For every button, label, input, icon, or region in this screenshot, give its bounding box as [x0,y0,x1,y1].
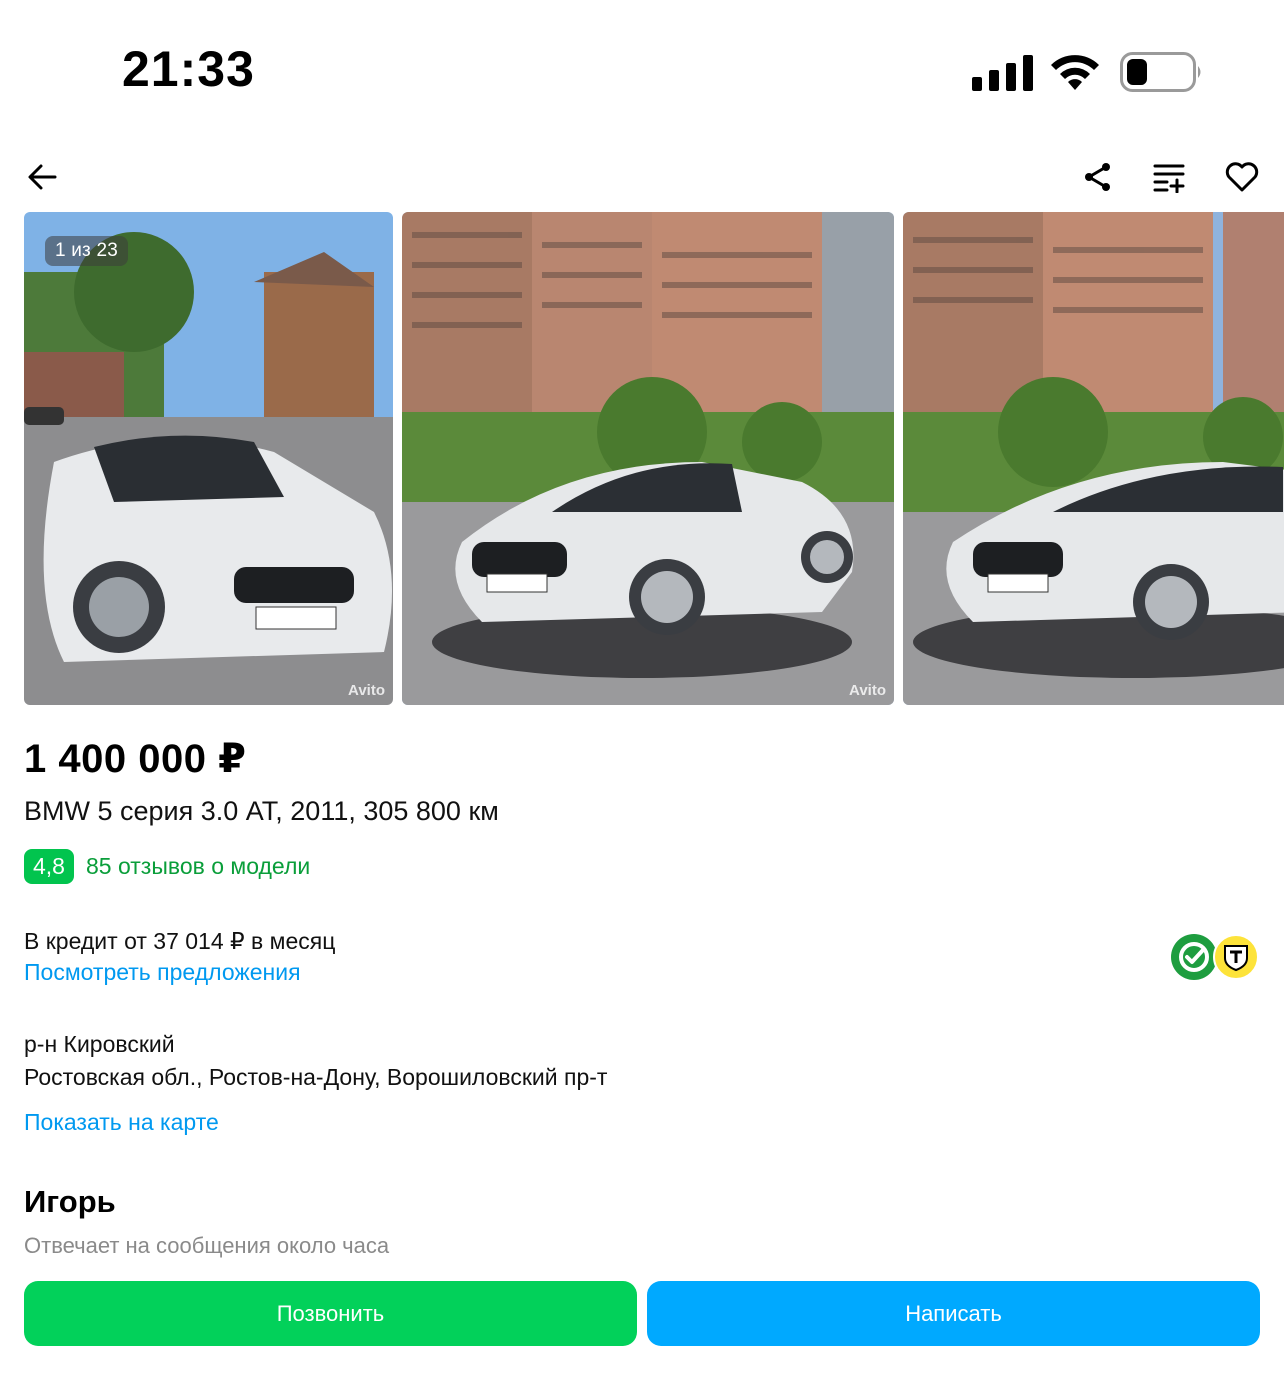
car-photo-1[interactable]: 1 из 23 Avito [24,212,393,705]
arrow-left-icon [28,164,57,190]
car-photo-3[interactable] [903,212,1284,705]
call-button-label: Позвонить [276,1300,385,1326]
call-button[interactable]: Позвонить [24,1281,637,1346]
district: р-н Кировский [24,1031,175,1057]
back-button[interactable] [14,149,70,205]
seller-name[interactable]: Игорь [24,1184,116,1220]
photo-counter: 1 из 23 [45,236,128,266]
share-button[interactable] [1070,149,1126,205]
credit-offers-link[interactable]: Посмотреть предложения [24,959,301,986]
heart-icon [1225,162,1259,192]
seller-reply-time: Отвечает на сообщения около часа [24,1233,390,1258]
address: Ростовская обл., Ростов-на-Дону, Ворошил… [24,1064,608,1090]
watermark: Avito [849,682,886,699]
car-photo-image [903,212,1284,705]
wifi-icon [1051,55,1099,90]
show-on-map-link[interactable]: Показать на карте [24,1109,219,1136]
credit-text: В кредит от 37 014 ₽ в месяц [24,928,336,954]
write-button-label: Написать [905,1300,1002,1326]
favorite-button[interactable] [1214,149,1270,205]
watermark: Avito [348,682,385,699]
car-photo-2[interactable]: Avito [402,212,894,705]
listing-title: BMW 5 серия 3.0 AT, 2011, 305 800 км [24,796,499,826]
compare-icon [1153,164,1185,193]
reviews-link[interactable]: 85 отзывов о модели [86,853,310,880]
bank-logo-yellow[interactable] [1213,934,1259,980]
photo-gallery[interactable]: 1 из 23 Avito Avito [24,212,1284,705]
status-time: 21:33 [122,41,255,97]
rating-badge: 4,8 [24,849,74,884]
price: 1 400 000 ₽ [24,737,247,781]
share-icon [1085,163,1110,191]
car-photo-image [24,212,393,705]
cellular-signal-icon [972,55,1033,91]
t-shield-icon [1224,945,1248,972]
car-photo-image [402,212,894,705]
compare-button[interactable] [1142,149,1198,205]
check-icon [1179,942,1209,972]
battery-icon [1120,52,1201,92]
bank-logo-green[interactable] [1171,934,1217,980]
write-button[interactable]: Написать [647,1281,1260,1346]
